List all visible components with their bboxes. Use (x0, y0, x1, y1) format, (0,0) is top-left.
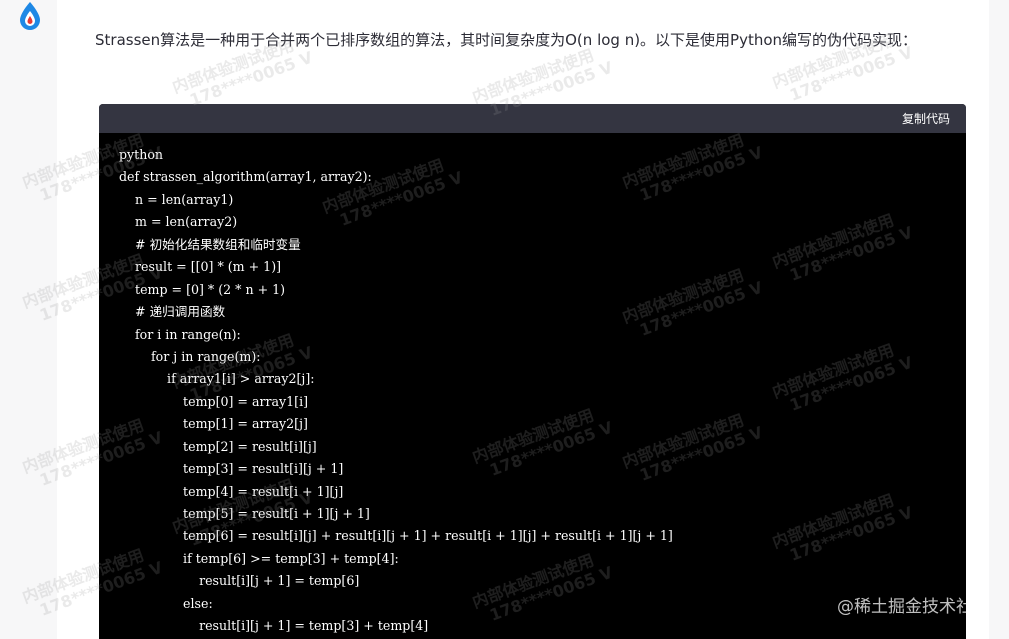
code-line: temp[4] = result[i + 1][j] (119, 483, 344, 499)
code-line: python (119, 147, 164, 162)
code-line: result = [[0] * (m + 1)] (119, 259, 282, 275)
code-block-header: 复制代码 (99, 104, 966, 133)
code-line: result[i][j + 1] = temp[3] + temp[4] (119, 618, 429, 634)
code-line: def strassen_algorithm(array1, array2): (119, 169, 372, 185)
assistant-logo-icon (20, 2, 40, 30)
code-line: for j in range(m): (119, 348, 261, 364)
message-intro-text: Strassen算法是一种用于合并两个已排序数组的算法，其时间复杂度为O(n l… (95, 31, 918, 49)
code-line: # 递归调用函数 (119, 304, 226, 320)
assistant-message: Strassen算法是一种用于合并两个已排序数组的算法，其时间复杂度为O(n l… (57, 0, 989, 639)
code-line: temp[5] = result[i + 1][j + 1] (119, 506, 370, 521)
code-line: if temp[6] >= temp[3] + temp[4]: (119, 550, 399, 566)
code-line: if array1[i] > array2[j]: (119, 371, 315, 387)
code-line: temp[6] = result[i][j] + result[i][j + 1… (119, 528, 673, 544)
code-line: temp[1] = array2[j] (119, 416, 308, 432)
code-line: result[i][j + 1] = temp[6] (119, 573, 360, 589)
code-block: 复制代码 python def strassen_algorithm(array1… (99, 104, 966, 639)
code-line: temp[3] = result[i][j + 1] (119, 461, 344, 477)
code-line: for i in range(n): (119, 326, 241, 342)
code-line: n = len(array1) (119, 191, 234, 207)
code-line: else: (119, 595, 213, 611)
code-content: python def strassen_algorithm(array1, arr… (119, 144, 673, 638)
code-line: temp[0] = array1[i] (119, 393, 309, 409)
code-line: temp[2] = result[i][j] (119, 438, 317, 454)
chat-page: Strassen算法是一种用于合并两个已排序数组的算法，其时间复杂度为O(n l… (0, 0, 1009, 639)
brand-watermark: @稀土掘金技术社区 (837, 597, 990, 617)
code-line: # 初始化结果数组和临时变量 (119, 236, 301, 252)
code-line: m = len(array2) (119, 214, 238, 230)
copy-code-button[interactable]: 复制代码 (902, 111, 950, 127)
code-line: temp = [0] * (2 * n + 1) (119, 281, 286, 297)
